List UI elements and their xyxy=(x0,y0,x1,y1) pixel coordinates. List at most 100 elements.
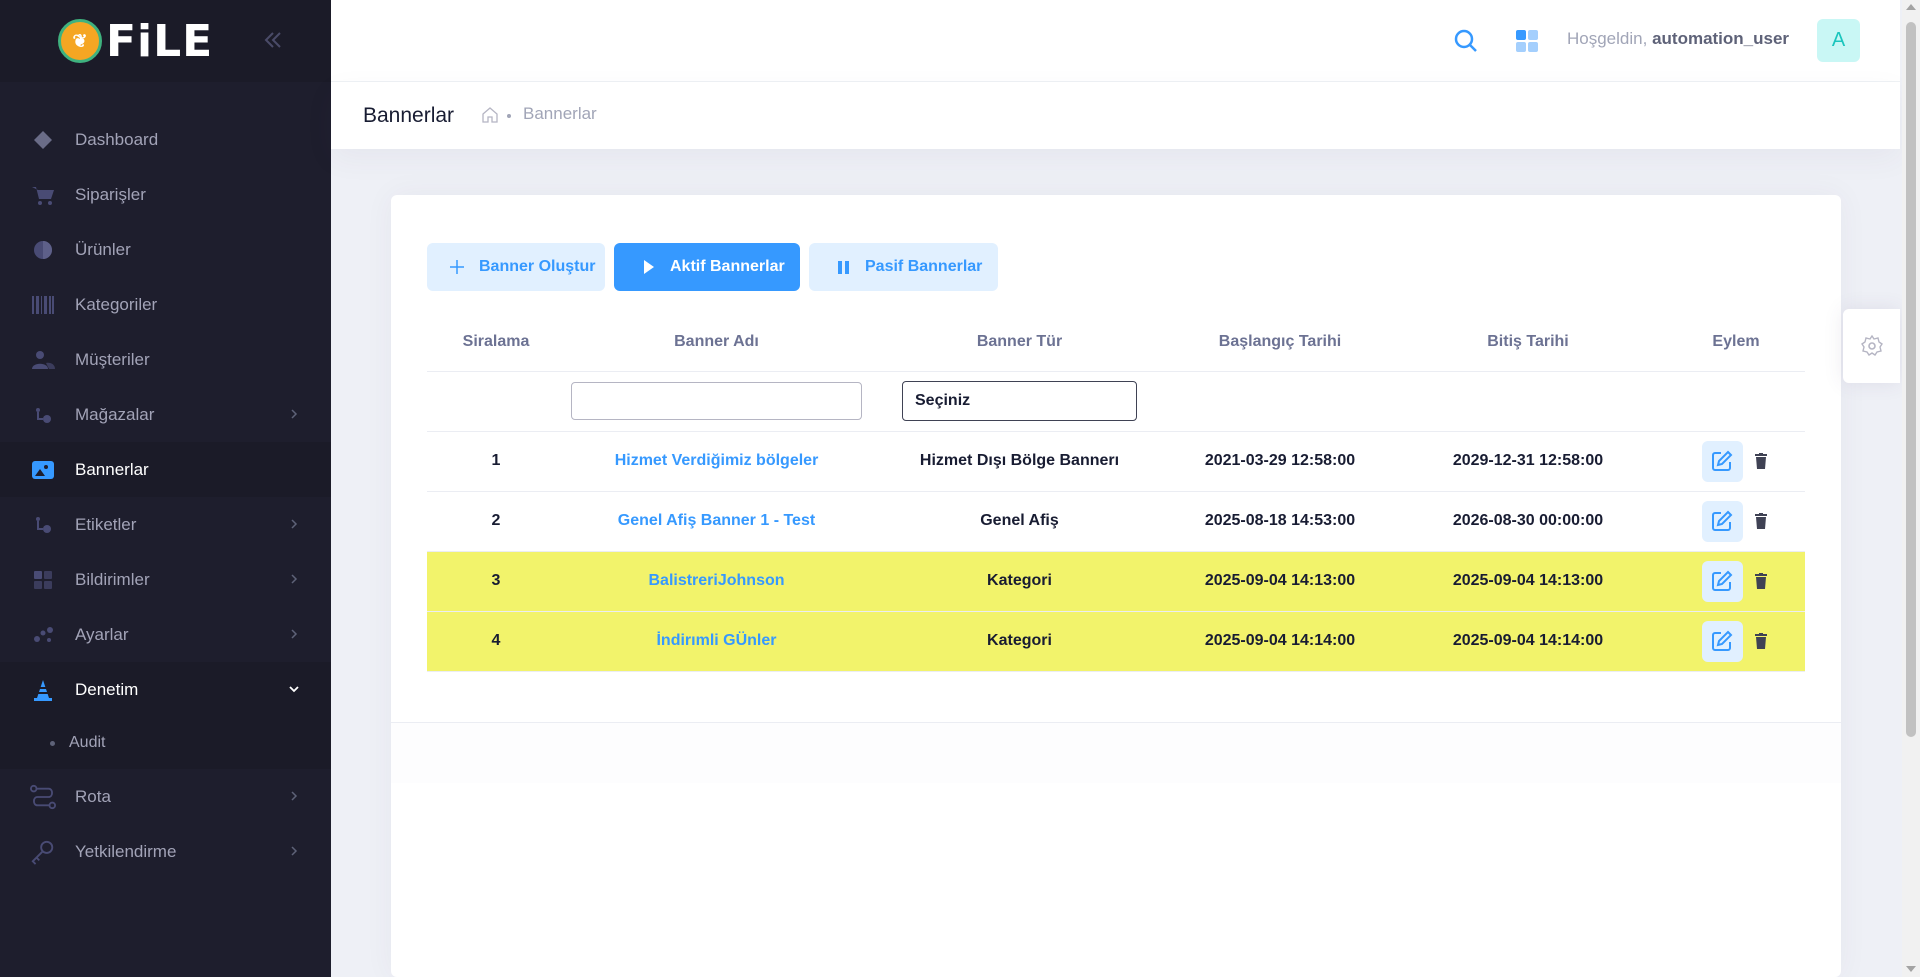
banner-name-link[interactable]: Hizmet Verdiğimiz bölgeler xyxy=(565,431,868,492)
banner-type-cell: Kategori xyxy=(868,611,1171,672)
delete-button[interactable] xyxy=(1751,511,1771,531)
sidebar-item-kategoriler[interactable]: Kategoriler xyxy=(0,277,331,332)
edit-button[interactable] xyxy=(1701,560,1743,602)
chevron-right-icon xyxy=(291,791,298,801)
create-banner-button[interactable]: Banner Oluştur xyxy=(427,243,605,291)
grid-icon xyxy=(30,567,56,593)
banner-name-link[interactable]: İndirımli GÜnler xyxy=(565,611,868,672)
sidebar-item-denetim[interactable]: Denetim xyxy=(0,662,331,717)
diamond-icon xyxy=(30,127,56,153)
page-scrollbar[interactable] xyxy=(1902,0,1920,977)
breadcrumb[interactable]: Bannerlar xyxy=(523,104,597,124)
column-header[interactable]: Banner Adı xyxy=(565,313,868,372)
sidebar-header: ❦ FiLE xyxy=(0,0,331,82)
actions-cell xyxy=(1667,551,1805,612)
actions-cell xyxy=(1667,431,1805,492)
sidebar-item-label: Rota xyxy=(75,786,111,806)
avatar[interactable]: A xyxy=(1817,19,1860,62)
subheader: Bannerlar Bannerlar xyxy=(331,82,1900,149)
column-header[interactable]: Banner Tür xyxy=(868,313,1171,372)
trash-icon xyxy=(1754,453,1767,469)
banner-type-cell: Hizmet Dışı Bölge Bannerı xyxy=(868,431,1171,492)
trash-icon xyxy=(1754,633,1767,649)
passive-banners-button[interactable]: Pasif Bannerlar xyxy=(809,243,998,291)
scrollbar-thumb[interactable] xyxy=(1906,22,1916,737)
banner-name-link[interactable]: Genel Afiş Banner 1 - Test xyxy=(565,491,868,552)
logo-icon: ❦ xyxy=(58,19,102,63)
delete-button[interactable] xyxy=(1751,571,1771,591)
route-icon xyxy=(30,784,56,810)
banner-type-filter-select[interactable]: Seçiniz xyxy=(902,381,1137,421)
sidebar-item-etiketler[interactable]: Etiketler xyxy=(0,497,331,552)
sidebar-menu: Dashboard Siparişler Ürünler Kategoriler… xyxy=(0,82,331,879)
edit-button[interactable] xyxy=(1701,620,1743,662)
collapse-sidebar-icon[interactable] xyxy=(258,26,286,54)
sidebar-item-label: Müşteriler xyxy=(75,349,150,369)
edit-button[interactable] xyxy=(1701,440,1743,482)
sidebar-item-magazalar[interactable]: Mağazalar xyxy=(0,387,331,442)
order-cell: 1 xyxy=(427,431,565,492)
sidebar-item-label: Siparişler xyxy=(75,184,146,204)
sidebar-item-label: Etiketler xyxy=(75,514,137,534)
end-date-cell: 2025-09-04 14:14:00 xyxy=(1389,611,1667,672)
column-header[interactable]: Başlangıç Tarihi xyxy=(1171,313,1389,372)
search-icon[interactable] xyxy=(1453,28,1479,54)
sidebar-item-urunler[interactable]: Ürünler xyxy=(0,222,331,277)
user-greeting[interactable]: Hoşgeldin, automation_user xyxy=(1567,29,1789,49)
filter-cell: Seçiniz xyxy=(868,371,1171,432)
scroll-down-arrow-icon[interactable] xyxy=(1906,966,1916,972)
scroll-up-arrow-icon[interactable] xyxy=(1906,4,1916,10)
settings-icon xyxy=(30,622,56,648)
end-date-cell: 2029-12-31 12:58:00 xyxy=(1389,431,1667,492)
edit-button[interactable] xyxy=(1701,500,1743,542)
order-cell: 4 xyxy=(427,611,565,672)
chevron-right-icon xyxy=(291,629,298,639)
sidebar-item-siparisler[interactable]: Siparişler xyxy=(0,167,331,222)
delete-button[interactable] xyxy=(1751,451,1771,471)
edit-icon xyxy=(1712,450,1733,471)
chevron-right-icon xyxy=(291,519,298,529)
settings-panel-toggle[interactable] xyxy=(1843,309,1900,383)
banner-name-link[interactable]: BalistreriJohnson xyxy=(565,551,868,612)
sidebar-item-bannerlar[interactable]: Bannerlar xyxy=(0,442,331,497)
order-cell: 2 xyxy=(427,491,565,552)
sidebar-item-ayarlar[interactable]: Ayarlar xyxy=(0,607,331,662)
order-cell: 3 xyxy=(427,551,565,612)
banner-name-filter-input[interactable] xyxy=(571,382,862,420)
sidebar-item-label: Denetim xyxy=(75,679,139,699)
edit-icon xyxy=(1712,570,1733,591)
column-header[interactable]: Siralama xyxy=(427,313,565,372)
sidebar-item-label: Bildirimler xyxy=(75,569,150,589)
greeting-text: Hoşgeldin, xyxy=(1567,29,1648,48)
home-icon[interactable] xyxy=(481,106,499,124)
sidebar-item-bildirimler[interactable]: Bildirimler xyxy=(0,552,331,607)
sidebar-item-label: Ürünler xyxy=(75,239,131,259)
filter-cell xyxy=(427,371,565,432)
sidebar-item-musteriler[interactable]: Müşteriler xyxy=(0,332,331,387)
delete-button[interactable] xyxy=(1751,631,1771,651)
plus-icon xyxy=(447,257,467,277)
table-row: 2 Genel Afiş Banner 1 - Test Genel Afiş … xyxy=(427,491,1805,552)
start-date-cell: 2025-09-04 14:13:00 xyxy=(1171,551,1389,612)
sidebar-item-yetkilendirme[interactable]: Yetkilendirme xyxy=(0,824,331,879)
start-date-cell: 2025-08-18 14:53:00 xyxy=(1171,491,1389,552)
banner-type-cell: Genel Afiş xyxy=(868,491,1171,552)
page-title: Bannerlar xyxy=(363,104,455,127)
column-header[interactable]: Bitiş Tarihi xyxy=(1389,313,1667,372)
sidebar-item-dashboard[interactable]: Dashboard xyxy=(0,112,331,167)
active-banners-label: Aktif Bannerlar xyxy=(670,258,785,275)
sidebar-item-rota[interactable]: Rota xyxy=(0,769,331,824)
topbar: Hoşgeldin, automation_user A xyxy=(331,0,1900,82)
apps-icon[interactable] xyxy=(1514,28,1540,54)
end-date-cell: 2025-09-04 14:13:00 xyxy=(1389,551,1667,612)
logo-text: FiLE xyxy=(106,15,214,67)
active-banners-button[interactable]: Aktif Bannerlar xyxy=(614,243,800,291)
actions-cell xyxy=(1667,491,1805,552)
sidebar: ❦ FiLE Dashboard Siparişler Ürünler Kate… xyxy=(0,0,331,977)
sidebar-subitem-audit[interactable]: Audit xyxy=(0,717,331,769)
submenu-denetim: Audit xyxy=(0,717,331,769)
box-icon xyxy=(30,237,56,263)
edit-icon xyxy=(1712,510,1733,531)
actions-cell xyxy=(1667,611,1805,672)
start-date-cell: 2021-03-29 12:58:00 xyxy=(1171,431,1389,492)
